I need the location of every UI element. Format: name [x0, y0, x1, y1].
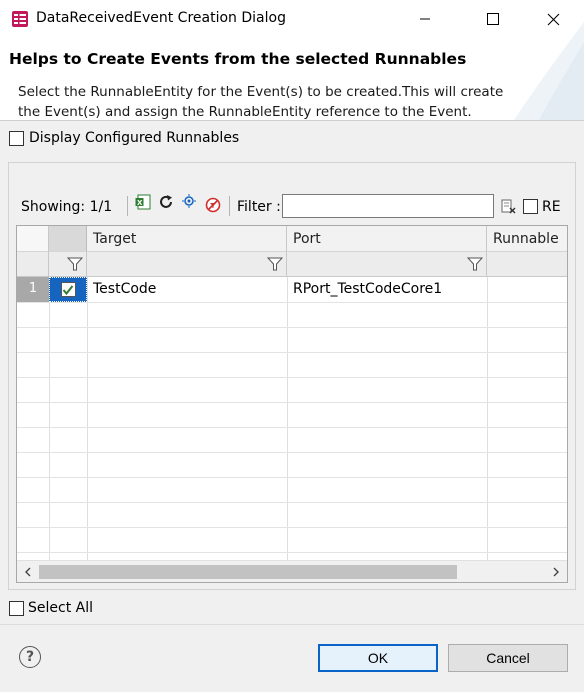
select-column-filter[interactable] [49, 252, 87, 277]
select-all-checkbox[interactable] [9, 601, 24, 616]
banner-description: Select the RunnableEntity for the Event(… [18, 84, 504, 120]
grid-line [17, 552, 567, 553]
port-column-filter[interactable] [287, 252, 487, 277]
port-cell[interactable]: RPort_TestCodeCore1 [287, 277, 487, 302]
grid-line [17, 377, 567, 378]
app-icon [11, 10, 29, 28]
scroll-left-button[interactable] [19, 564, 37, 580]
grid-line [17, 427, 567, 428]
scroll-right-button[interactable] [547, 564, 565, 580]
ok-button[interactable]: OK [318, 644, 438, 672]
scroll-thumb[interactable] [39, 565, 457, 579]
row-header-corner [17, 226, 49, 252]
toolbar-separator [127, 196, 128, 216]
chevron-right-icon [553, 567, 559, 577]
refresh-icon[interactable] [158, 194, 174, 210]
horizontal-scrollbar[interactable] [17, 560, 567, 582]
row-number: 1 [17, 277, 49, 302]
grid-line [17, 352, 567, 353]
select-all-label: Select All [28, 600, 93, 616]
grid-line [17, 402, 567, 403]
grid-line [17, 527, 567, 528]
export-excel-icon[interactable]: X [135, 194, 151, 210]
filter-row-corner [17, 252, 49, 277]
grid-line [17, 302, 567, 303]
chevron-left-icon [25, 567, 31, 577]
grid-line [17, 477, 567, 478]
configure-icon[interactable] [181, 193, 197, 209]
grid-line [487, 277, 488, 560]
help-icon[interactable]: ? [19, 646, 41, 668]
svg-text:X: X [137, 199, 143, 207]
grid-line [87, 277, 88, 560]
row-checkbox[interactable] [60, 282, 76, 297]
filter-input[interactable] [282, 194, 494, 218]
row-select-cell[interactable] [49, 277, 87, 302]
funnel-icon [67, 257, 83, 271]
grid-line [49, 277, 50, 560]
column-header-port[interactable]: Port [287, 226, 487, 252]
checkmark-icon [62, 284, 74, 295]
grid-line [287, 277, 288, 560]
table-row[interactable]: 1 TestCode RPort_TestCodeCore1 [17, 277, 567, 302]
showing-count: Showing: 1/1 [21, 199, 113, 215]
grid-line [17, 502, 567, 503]
column-header-runnable[interactable]: Runnable [487, 226, 567, 252]
select-column-header[interactable] [49, 226, 87, 252]
window-title: DataReceivedEvent Creation Dialog [36, 10, 286, 26]
runnables-table: Target Port Runnable 1 TestCode RPort_Te… [16, 225, 568, 583]
grid-line [17, 452, 567, 453]
runnable-cell[interactable] [487, 277, 567, 302]
cancel-button[interactable]: Cancel [448, 644, 568, 672]
filter-label: Filter : [237, 199, 281, 215]
target-cell[interactable]: TestCode [87, 277, 287, 302]
banner-title: Helps to Create Events from the selected… [9, 50, 467, 68]
regex-label: RE [542, 199, 561, 215]
minimize-button[interactable] [402, 0, 448, 38]
regex-checkbox[interactable] [523, 199, 538, 214]
runnable-column-filter[interactable] [487, 252, 567, 277]
target-column-filter[interactable] [87, 252, 287, 277]
minimize-icon [420, 18, 430, 20]
display-configured-label: Display Configured Runnables [29, 130, 240, 146]
funnel-icon [467, 257, 483, 271]
grid-line [17, 327, 567, 328]
toolbar-separator [229, 196, 230, 216]
funnel-icon [267, 257, 283, 271]
column-header-target[interactable]: Target [87, 226, 287, 252]
display-configured-checkbox[interactable] [9, 131, 24, 146]
clear-filter-icon[interactable] [205, 197, 221, 213]
clear-text-icon[interactable] [500, 198, 516, 214]
